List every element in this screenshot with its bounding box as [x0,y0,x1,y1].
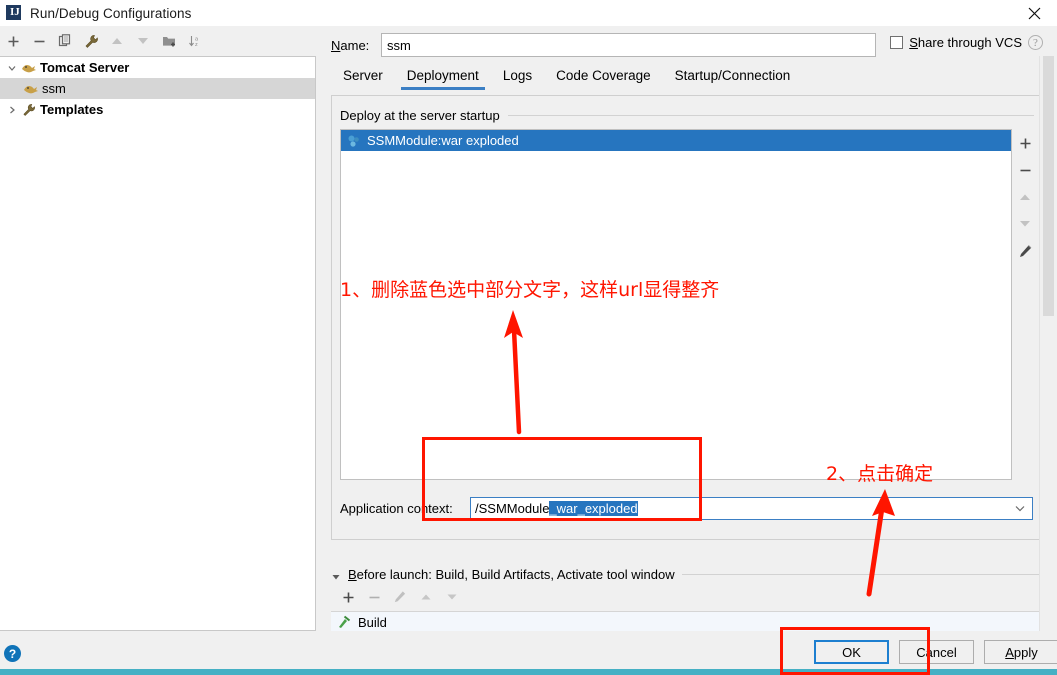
divider [681,574,1043,575]
build-hammer-icon [336,614,352,630]
application-context-row: Application context: /SSMModule _war_expl… [340,496,1036,520]
deploy-group-header: Deploy at the server startup [340,108,1034,123]
window-bottom-accent [0,669,1057,675]
triangle-down-icon[interactable] [331,570,341,580]
tab-code-coverage[interactable]: Code Coverage [544,65,663,91]
artifacts-list[interactable]: SSMModule:war exploded [340,129,1012,480]
tree-node-ssm[interactable]: ssm [0,78,315,99]
move-up-button[interactable] [104,29,130,53]
vertical-scrollbar[interactable] [1039,56,1056,631]
tomcat-icon [22,81,39,97]
ok-button[interactable]: OK [814,640,889,664]
tab-startup-connection[interactable]: Startup/Connection [663,65,803,91]
add-task-button[interactable] [336,587,360,607]
tree-node-tomcat-server[interactable]: Tomcat Server [0,57,315,78]
tree-node-label: Templates [40,102,104,117]
name-row: Name: Share through VCS ? [331,32,1043,58]
copy-button[interactable] [52,29,78,53]
chevron-down-icon[interactable] [4,60,20,76]
share-through-vcs-row: Share through VCS ? [890,35,1043,50]
run-debug-configurations-dialog: IJ Run/Debug Configurations a z Tomcat S… [0,0,1057,675]
move-down-artifact-button[interactable] [1014,213,1036,235]
help-button[interactable]: ? [4,645,21,662]
window-title: Run/Debug Configurations [30,5,192,21]
sort-az-icon[interactable]: a z [182,29,208,53]
configurations-tree[interactable]: Tomcat Server ssm Templates [0,56,316,631]
chevron-down-icon[interactable] [1014,501,1026,516]
title-bar: IJ Run/Debug Configurations [0,0,1057,26]
tree-node-label: ssm [42,81,66,96]
share-through-vcs-label: Share through VCS [909,35,1022,50]
editor-tabs: Server Deployment Logs Code Coverage Sta… [331,65,802,95]
tab-deployment[interactable]: Deployment [395,65,491,91]
before-launch-header[interactable]: Before launch: Build, Build Artifacts, A… [331,567,1043,582]
tomcat-icon [20,60,37,76]
before-launch-title: Before launch: Build, Build Artifacts, A… [348,567,675,582]
wrench-icon[interactable] [78,29,104,53]
cancel-button[interactable]: Cancel [899,640,974,664]
scrollbar-thumb[interactable] [1043,56,1054,316]
share-through-vcs-checkbox[interactable] [890,36,904,49]
remove-button[interactable] [26,29,52,53]
help-icon[interactable]: ? [1028,35,1043,50]
pencil-icon[interactable] [1014,240,1036,262]
tab-logs[interactable]: Logs [491,65,544,91]
add-artifact-button[interactable] [1014,132,1036,154]
configuration-editor-pane: Name: Share through VCS ? Server Deploym… [317,27,1057,654]
remove-artifact-button[interactable] [1014,159,1036,181]
divider [507,115,1034,116]
artifact-icon [346,133,362,149]
move-down-button[interactable] [130,29,156,53]
table-cell-label: Build [358,614,387,630]
add-button[interactable] [0,29,26,53]
apply-button[interactable]: Apply [984,640,1057,664]
application-context-input[interactable]: /SSMModule _war_exploded [470,496,1033,520]
artifact-side-buttons [1013,129,1037,480]
svg-text:z: z [195,42,198,48]
deploy-group-title: Deploy at the server startup [340,108,500,123]
intellij-icon: IJ [6,5,22,21]
before-launch-toolbar [331,586,1043,608]
tab-server[interactable]: Server [331,65,395,91]
configurations-toolbar: a z [0,27,316,55]
remove-task-button[interactable] [362,587,386,607]
application-context-label: Application context: [340,500,453,516]
move-task-up-button[interactable] [414,587,438,607]
move-up-artifact-button[interactable] [1014,186,1036,208]
chevron-right-icon[interactable] [4,102,20,118]
deployment-group: Deploy at the server startup SSMModule:w… [331,95,1043,540]
table-row[interactable]: Build [331,612,1043,633]
dialog-button-bar: OK Cancel Apply [317,631,1057,669]
name-input[interactable] [381,33,876,57]
move-task-down-button[interactable] [440,587,464,607]
tree-node-label: Tomcat Server [40,60,130,75]
application-context-value: /SSMModule [475,500,550,516]
pencil-icon[interactable] [388,587,412,607]
name-label: Name: [331,37,370,53]
folder-add-icon[interactable] [156,29,182,53]
tree-node-templates[interactable]: Templates [0,99,315,120]
list-item[interactable]: SSMModule:war exploded [341,130,1011,151]
close-icon[interactable] [1011,0,1057,26]
list-item-label: SSMModule:war exploded [367,133,519,148]
wrench-icon [20,102,37,118]
application-context-selected-text: _war_exploded [549,500,638,516]
